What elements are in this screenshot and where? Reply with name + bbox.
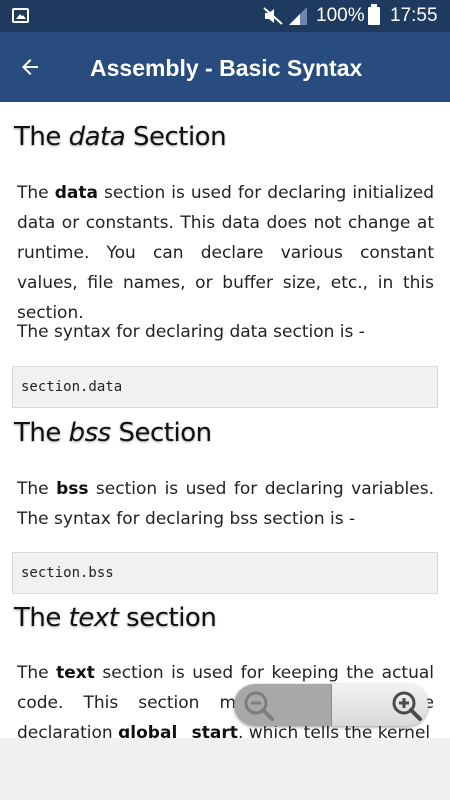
heading-bss-section: The bss Section: [14, 418, 212, 448]
mute-icon: [263, 7, 283, 25]
clock: 17:55: [390, 5, 438, 26]
code-block-bss: section.bss: [12, 552, 438, 594]
zoom-in-button[interactable]: [331, 684, 428, 726]
heading-data-section: The data Section: [14, 122, 227, 152]
page-title: Assembly - Basic Syntax: [90, 55, 363, 81]
battery-percent: 100%: [316, 5, 365, 26]
zoom-out-icon: [244, 691, 274, 721]
paragraph-data-description: The data section is used for declaring i…: [17, 183, 434, 323]
code-block-data: section.data: [12, 366, 438, 408]
arrow-left-icon: [22, 59, 38, 75]
battery-icon: [368, 4, 380, 25]
zoom-in-icon: [392, 691, 422, 721]
app-bar: Assembly - Basic Syntax: [0, 32, 450, 102]
zoom-out-button[interactable]: [234, 684, 331, 726]
bottom-area: [0, 738, 450, 800]
signal-icon: [289, 7, 307, 25]
paragraph-bss-description: The bss section is used for declaring va…: [17, 479, 434, 529]
article-content[interactable]: The data Section The data section is use…: [0, 102, 450, 738]
status-bar: 100% 17:55: [0, 0, 450, 32]
gallery-icon: [12, 8, 29, 23]
zoom-control: [234, 684, 428, 726]
back-button[interactable]: [8, 45, 52, 89]
heading-text-section: The text section: [14, 603, 217, 633]
paragraph-data-syntax: The syntax for declaring data section is…: [17, 322, 365, 342]
